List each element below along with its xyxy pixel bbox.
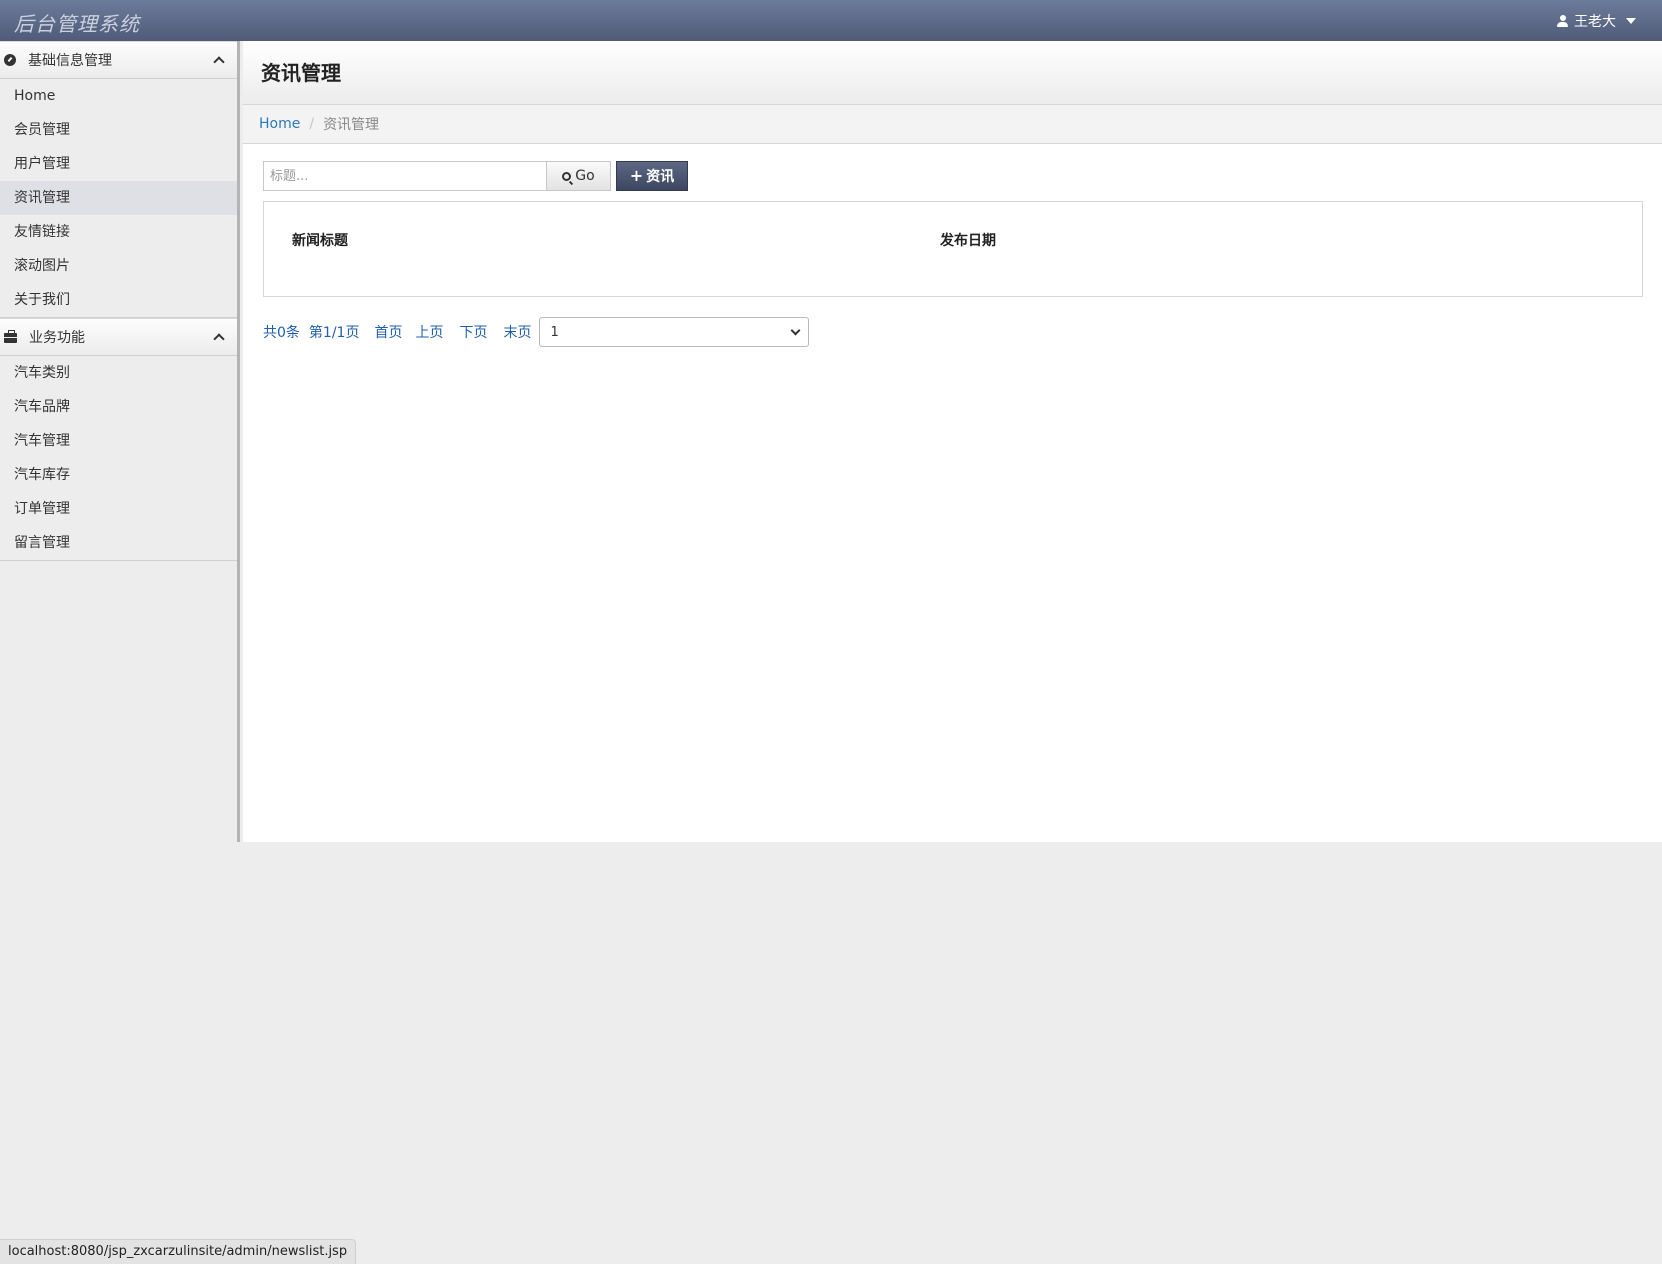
- pager-last-link[interactable]: 末页: [503, 322, 531, 342]
- chevron-up-icon: [213, 333, 225, 345]
- sidebar-item-car-brand[interactable]: 汽车品牌: [0, 390, 237, 424]
- sidebar-item-home[interactable]: Home: [0, 79, 237, 113]
- sidebar-item-orders[interactable]: 订单管理: [0, 492, 237, 526]
- pager-next-link[interactable]: 下页: [459, 322, 487, 342]
- chevron-down-icon: [791, 325, 801, 336]
- page-select[interactable]: 1: [539, 317, 810, 347]
- pager-page-info: 第1/1页: [308, 325, 360, 341]
- browser-status-url: localhost:8080/jsp_zxcarzulinsite/admin/…: [0, 1239, 357, 1264]
- sidebar-item-messages[interactable]: 留言管理: [0, 526, 237, 560]
- page-title: 资讯管理: [261, 61, 341, 85]
- page-select-value: 1: [550, 324, 559, 340]
- sidebar-item-users[interactable]: 用户管理: [0, 147, 237, 181]
- page-header: 资讯管理: [243, 41, 1662, 105]
- pagination: 共0条 第1/1页 首页 上页 下页 末页 1: [263, 317, 810, 347]
- briefcase-icon: [4, 330, 17, 343]
- nav-header-label: 业务功能: [29, 330, 85, 346]
- caret-down-icon: [1626, 18, 1636, 24]
- go-button[interactable]: Go: [547, 161, 611, 191]
- breadcrumb: Home / 资讯管理: [243, 105, 1662, 144]
- go-label: Go: [575, 168, 595, 184]
- sidebar-item-members[interactable]: 会员管理: [0, 113, 237, 147]
- pager-prev-link[interactable]: 上页: [415, 322, 443, 342]
- sidebar-item-car-stock[interactable]: 汽车库存: [0, 458, 237, 492]
- plus-icon: +: [629, 166, 644, 185]
- breadcrumb-current: 资讯管理: [323, 117, 380, 133]
- brand-title: 后台管理系统: [14, 12, 140, 36]
- sidebar-item-news[interactable]: 资讯管理: [0, 181, 237, 215]
- sidebar-item-links[interactable]: 友情链接: [0, 215, 237, 249]
- sidebar: 基础信息管理 Home 会员管理 用户管理 资讯管理 友情链接 滚动图片 关于我…: [0, 41, 240, 842]
- dashboard-icon: [4, 54, 16, 66]
- add-news-label: 资讯: [646, 169, 675, 185]
- nav-header-label: 基础信息管理: [28, 53, 112, 69]
- nav-header-business[interactable]: 业务功能: [0, 318, 237, 356]
- sidebar-item-about[interactable]: 关于我们: [0, 283, 237, 317]
- sidebar-item-slides[interactable]: 滚动图片: [0, 249, 237, 283]
- user-menu[interactable]: 王老大: [1557, 11, 1636, 31]
- breadcrumb-home-link[interactable]: Home: [259, 116, 300, 132]
- add-news-button[interactable]: + 资讯: [616, 161, 688, 191]
- search-icon: [562, 171, 572, 181]
- nav-section-business: 业务功能 汽车类别 汽车品牌 汽车管理 汽车库存 订单管理 留言管理: [0, 318, 237, 561]
- column-header-title[interactable]: 新闻标题: [292, 230, 348, 250]
- user-name: 王老大: [1574, 14, 1616, 30]
- news-table: 新闻标题 发布日期: [263, 201, 1643, 297]
- nav-section-basic: 基础信息管理 Home 会员管理 用户管理 资讯管理 友情链接 滚动图片 关于我…: [0, 41, 237, 318]
- sidebar-item-car-category[interactable]: 汽车类别: [0, 356, 237, 390]
- nav-header-basic[interactable]: 基础信息管理: [0, 41, 237, 79]
- column-header-date[interactable]: 发布日期: [940, 230, 996, 250]
- chevron-up-icon: [213, 56, 225, 68]
- sidebar-item-car-manage[interactable]: 汽车管理: [0, 424, 237, 458]
- top-navbar: 后台管理系统 王老大: [0, 0, 1662, 41]
- pager-first-link[interactable]: 首页: [374, 322, 402, 342]
- main-content: 资讯管理 Home / 资讯管理 Go + 资讯 新闻标题 发布日期 共0条 第…: [243, 41, 1662, 842]
- user-icon: [1557, 15, 1568, 27]
- search-input[interactable]: [263, 161, 547, 191]
- breadcrumb-separator: /: [309, 116, 315, 132]
- search-toolbar: Go + 资讯: [263, 161, 688, 191]
- pager-total: 共0条: [263, 325, 300, 341]
